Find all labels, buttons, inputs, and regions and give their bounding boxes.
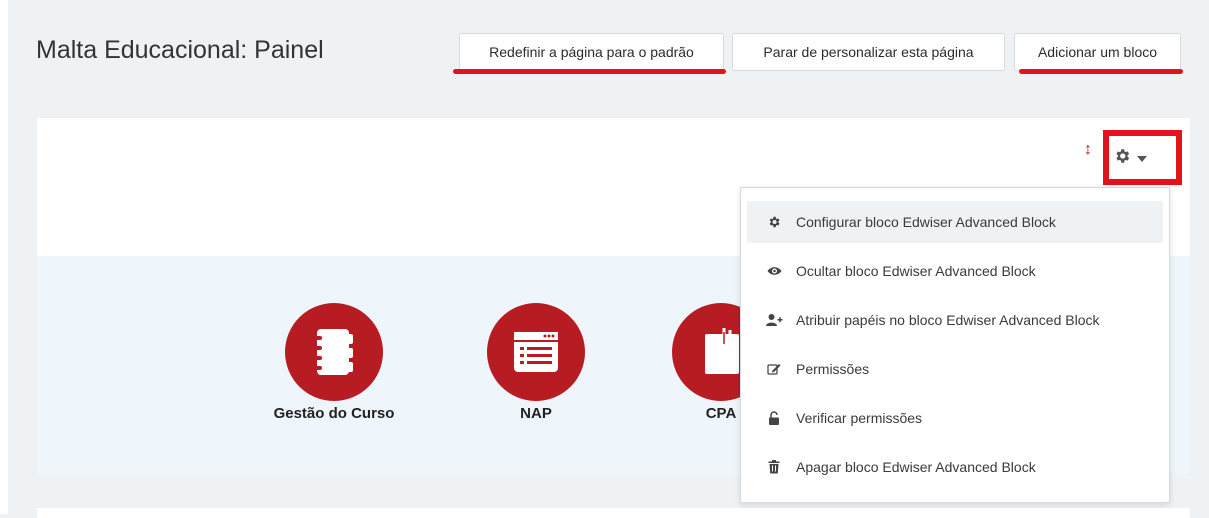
add-block-button[interactable]: Adicionar um bloco — [1014, 33, 1181, 71]
stop-customizing-button[interactable]: Parar de personalizar esta página — [732, 33, 1005, 71]
next-block-panel — [37, 508, 1190, 518]
page-title: Malta Educacional: Painel — [36, 36, 324, 64]
menu-item-label: Permissões — [796, 361, 870, 377]
highlight-box-gear — [1103, 130, 1182, 185]
left-edge-strip — [0, 0, 8, 514]
unlock-icon — [765, 410, 783, 426]
tile-label: Gestão do Curso — [273, 405, 395, 422]
highlight-underline-reset — [453, 69, 726, 74]
notebook-icon — [285, 303, 383, 401]
menu-item-delete-block[interactable]: Apagar bloco Edwiser Advanced Block — [747, 446, 1163, 488]
gear-icon — [765, 215, 783, 229]
tile-gestao-do-curso[interactable]: Gestão do Curso — [254, 303, 414, 422]
menu-item-label: Configurar bloco Edwiser Advanced Block — [796, 214, 1056, 230]
browser-list-icon — [487, 303, 585, 401]
menu-item-label: Atribuir papéis no bloco Edwiser Advance… — [796, 312, 1100, 328]
highlight-underline-add-block — [1019, 69, 1183, 74]
trash-icon — [765, 460, 783, 474]
menu-item-check-permissions[interactable]: Verificar permissões — [747, 397, 1163, 439]
menu-item-label: Ocultar bloco Edwiser Advanced Block — [796, 263, 1036, 279]
block-actions-dropdown: Configurar bloco Edwiser Advanced Block … — [740, 187, 1170, 503]
menu-item-configure-block[interactable]: Configurar bloco Edwiser Advanced Block — [747, 201, 1163, 243]
move-vertical-icon[interactable]: ↕ — [1084, 141, 1092, 159]
user-plus-icon — [765, 313, 783, 327]
menu-item-label: Apagar bloco Edwiser Advanced Block — [796, 459, 1036, 475]
edit-icon — [765, 362, 783, 376]
tile-label: NAP — [520, 405, 552, 422]
reset-page-button[interactable]: Redefinir a página para o padrão — [459, 33, 724, 71]
menu-item-permissions[interactable]: Permissões — [747, 348, 1163, 390]
menu-item-assign-roles[interactable]: Atribuir papéis no bloco Edwiser Advance… — [747, 299, 1163, 341]
tile-nap[interactable]: NAP — [456, 303, 616, 422]
eye-icon — [765, 266, 783, 276]
menu-item-label: Verificar permissões — [796, 410, 923, 426]
menu-item-hide-block[interactable]: Ocultar bloco Edwiser Advanced Block — [747, 250, 1163, 292]
